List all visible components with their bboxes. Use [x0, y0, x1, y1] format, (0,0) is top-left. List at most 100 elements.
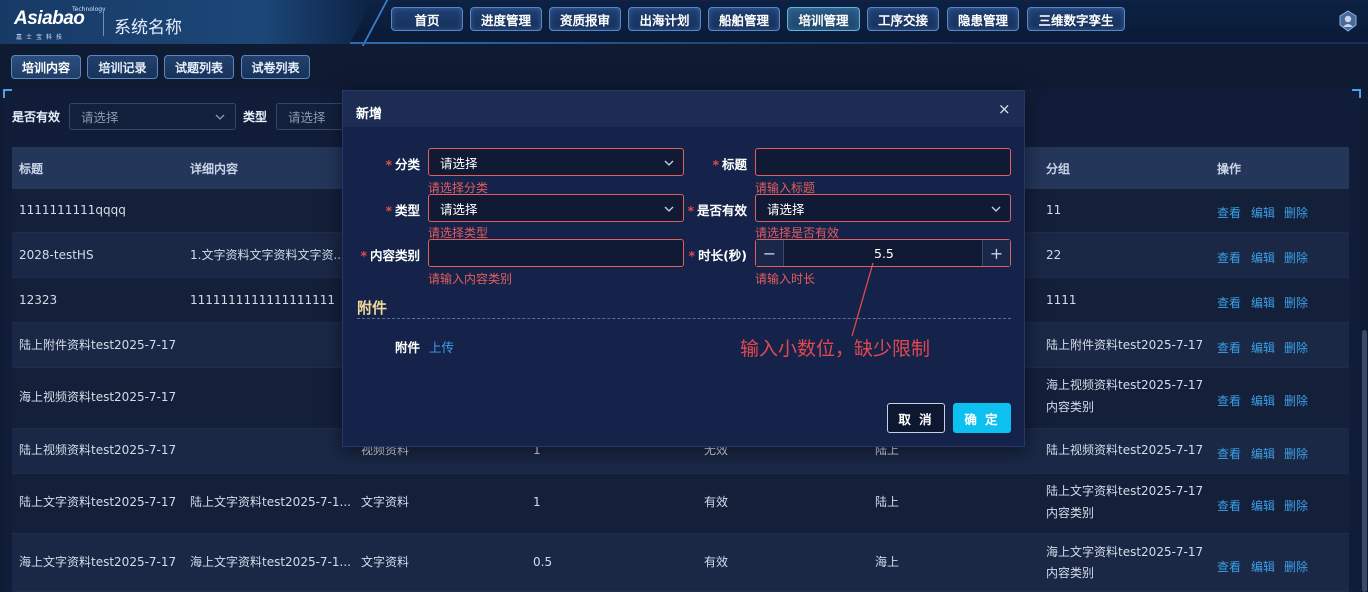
delete-link[interactable]: 删除 — [1284, 339, 1308, 356]
nav-digital-twin[interactable]: 三维数字孪生 — [1027, 7, 1125, 31]
delete-link[interactable]: 删除 — [1284, 445, 1308, 462]
cell-title: 12323 — [19, 293, 58, 307]
cell-type: 文字资料 — [361, 555, 410, 569]
view-link[interactable]: 查看 — [1217, 339, 1241, 356]
cell-title: 海上文字资料test2025-7-17 — [19, 555, 177, 569]
category-placeholder: 请选择 — [440, 155, 478, 171]
view-link[interactable]: 查看 — [1217, 497, 1241, 514]
chevron-down-icon — [991, 206, 1001, 212]
delete-link[interactable]: 删除 — [1284, 558, 1308, 575]
cell-duration: 1 — [533, 495, 541, 509]
nav-progress[interactable]: 进度管理 — [470, 7, 542, 31]
view-link[interactable]: 查看 — [1217, 249, 1241, 266]
nav-hazard[interactable]: 隐患管理 — [947, 7, 1019, 31]
title-input[interactable] — [755, 148, 1011, 176]
edit-link[interactable]: 编辑 — [1251, 558, 1275, 575]
filter-valid-select[interactable]: 请选择 — [69, 103, 236, 130]
cancel-button[interactable]: 取 消 — [887, 403, 945, 433]
valid-select[interactable]: 请选择 — [755, 194, 1011, 222]
nav-sea-plan[interactable]: 出海计划 — [628, 7, 701, 31]
edit-link[interactable]: 编辑 — [1251, 497, 1275, 514]
cell-group-sub: 内容类别 — [1046, 566, 1095, 580]
view-link[interactable]: 查看 — [1217, 204, 1241, 221]
dialog-title: 新增 — [356, 107, 383, 122]
view-link[interactable]: 查看 — [1217, 445, 1241, 462]
edit-link[interactable]: 编辑 — [1251, 204, 1275, 221]
filter-valid-label: 是否有效 — [12, 110, 61, 124]
filter-type-select[interactable]: 请选择 — [276, 103, 346, 130]
cell-group: 陆上视频资料test2025-7-17 — [1046, 443, 1204, 457]
section-divider — [357, 318, 1011, 319]
panel-corner-decoration — [3, 89, 12, 98]
delete-link[interactable]: 删除 — [1284, 497, 1308, 514]
nav-qualification[interactable]: 资质报审 — [549, 7, 621, 31]
cell-detail: 陆上文字资料test2025-7-1... — [190, 495, 351, 509]
cell-title: 陆上附件资料test2025-7-17 — [19, 338, 177, 352]
subtab-paper-list[interactable]: 试卷列表 — [241, 55, 310, 79]
filter-valid-placeholder: 请选择 — [81, 110, 119, 125]
cell-group-sub: 内容类别 — [1046, 400, 1095, 414]
content-category-error: 请输入内容类别 — [428, 272, 513, 286]
cell-title: 海上视频资料test2025-7-17 — [19, 390, 177, 404]
edit-link[interactable]: 编辑 — [1251, 249, 1275, 266]
nav-training[interactable]: 培训管理 — [787, 7, 860, 31]
annotation-text: 输入小数位，缺少限制 — [740, 338, 931, 360]
duration-stepper[interactable]: − 5.5 + — [755, 239, 1011, 267]
view-link[interactable]: 查看 — [1217, 294, 1241, 311]
cell-detail: 海上文字资料test2025-7-1... — [190, 555, 351, 569]
delete-link[interactable]: 删除 — [1284, 294, 1308, 311]
view-link[interactable]: 查看 — [1217, 392, 1241, 409]
filter-type-placeholder: 请选择 — [288, 110, 326, 125]
duration-value[interactable]: 5.5 — [874, 246, 894, 261]
add-dialog: 新增 × * 分类 请选择 请选择分类 * 标题 请输入标题 * 类型 请选择 请选择… — [342, 90, 1025, 447]
decrement-button[interactable]: − — [756, 240, 784, 266]
system-name: 系统名称 — [114, 18, 182, 38]
dialog-header: 新增 × — [343, 91, 1024, 127]
edit-link[interactable]: 编辑 — [1251, 392, 1275, 409]
subtab-training-content[interactable]: 培训内容 — [11, 55, 81, 79]
category-select[interactable]: 请选择 — [428, 148, 684, 176]
subtab-training-record[interactable]: 培训记录 — [87, 55, 158, 79]
chevron-down-icon — [664, 160, 674, 166]
cell-group: 陆上附件资料test2025-7-17 — [1046, 338, 1204, 352]
cell-category: 海上 — [875, 555, 900, 569]
confirm-button[interactable]: 确 定 — [953, 403, 1011, 433]
cell-title: 1111111111qqqq — [19, 203, 126, 217]
duration-error: 请输入时长 — [755, 272, 816, 286]
header-bottom-line — [350, 42, 1368, 44]
chevron-down-icon — [215, 114, 225, 120]
filter-type-label: 类型 — [243, 110, 268, 124]
edit-link[interactable]: 编辑 — [1251, 294, 1275, 311]
delete-link[interactable]: 删除 — [1284, 204, 1308, 221]
delete-link[interactable]: 删除 — [1284, 249, 1308, 266]
nav-home[interactable]: 首页 — [391, 7, 463, 31]
subtab-question-list[interactable]: 试题列表 — [164, 55, 234, 79]
page-scrollbar-thumb[interactable] — [1362, 330, 1367, 592]
cell-group-sub: 内容类别 — [1046, 506, 1095, 520]
type-label: * 类型 — [385, 203, 420, 218]
view-link[interactable]: 查看 — [1217, 558, 1241, 575]
user-avatar-icon[interactable] — [1338, 10, 1358, 32]
content-category-input[interactable] — [428, 239, 684, 267]
column-header-detail: 详细内容 — [190, 162, 239, 176]
type-select[interactable]: 请选择 — [428, 194, 684, 222]
edit-link[interactable]: 编辑 — [1251, 445, 1275, 462]
increment-button[interactable]: + — [982, 240, 1010, 266]
upload-link[interactable]: 上传 — [429, 337, 454, 356]
nav-ship[interactable]: 船舶管理 — [708, 7, 780, 31]
column-header-actions: 操作 — [1217, 162, 1242, 176]
close-icon[interactable]: × — [998, 100, 1011, 118]
delete-link[interactable]: 删除 — [1284, 392, 1308, 409]
logo-tech-text: Technology — [72, 6, 106, 13]
attachment-section-title: 附件 — [357, 299, 388, 317]
cell-detail: 1111111111111111111 — [190, 293, 336, 307]
cell-group: 22 — [1046, 248, 1062, 262]
cell-group: 海上文字资料test2025-7-17 — [1046, 545, 1204, 559]
cell-title: 2028-testHS — [19, 248, 94, 262]
cell-category: 陆上 — [875, 495, 900, 509]
logo-sub-text: 嘉士宝科技 — [16, 34, 67, 41]
edit-link[interactable]: 编辑 — [1251, 339, 1275, 356]
top-header: Asiabao Technology 嘉士宝科技 系统名称 首页 进度管理 资质… — [0, 0, 1368, 46]
cell-title: 陆上文字资料test2025-7-17 — [19, 495, 177, 509]
nav-handover[interactable]: 工序交接 — [867, 7, 939, 31]
